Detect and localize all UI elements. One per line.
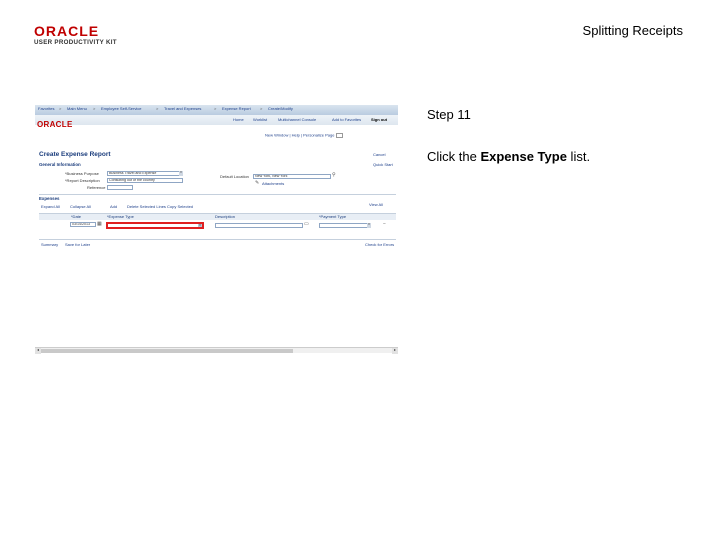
breadcrumb-travel-expenses[interactable]: Travel and Expenses (164, 107, 201, 111)
lookup-icon[interactable]: ⚲ (332, 173, 337, 178)
attachment-icon: ✎ (255, 180, 260, 186)
chevron-down-icon[interactable]: ▾ (198, 224, 202, 227)
add-line-link[interactable]: Add (110, 205, 117, 209)
breadcrumb-favorites[interactable]: Favorites (38, 107, 54, 111)
section-divider (39, 194, 396, 195)
view-all-link[interactable]: View All (369, 203, 383, 207)
col-date: *Date (71, 214, 82, 219)
chevron-down-icon[interactable]: ▾ (179, 171, 183, 176)
page-toolbar: New Window | Help | Personalize Page (265, 133, 343, 138)
menu-worklist[interactable]: Worklist (253, 118, 267, 122)
scrollbar-thumb[interactable] (41, 349, 293, 353)
expense-type-select[interactable]: ▾ (106, 222, 204, 229)
breadcrumb-separator: > (93, 106, 96, 111)
instruction-suffix: list. (566, 149, 591, 164)
personalize-page-link[interactable]: Personalize Page (303, 133, 334, 138)
quick-start-link[interactable]: Quick Start (373, 163, 393, 167)
instruction-prefix: Click the (427, 149, 481, 164)
breadcrumb-main-menu[interactable]: Main Menu (67, 107, 87, 111)
copy-selected-link[interactable]: Copy Selected (167, 205, 193, 209)
menu-home[interactable]: Home (233, 118, 244, 122)
collapse-all-link[interactable]: Collapse All (70, 205, 91, 209)
slide-title: Splitting Receipts (582, 23, 683, 38)
chevron-down-icon[interactable]: ▾ (367, 223, 371, 228)
breadcrumb-expense-report[interactable]: Expense Report (222, 107, 251, 111)
breadcrumb-separator: > (59, 106, 62, 111)
summary-link[interactable]: Summary (41, 243, 58, 247)
help-link[interactable]: Help (292, 133, 300, 138)
report-description-label: *Report Description (65, 178, 100, 183)
expenses-header: Expenses (39, 196, 60, 201)
cancel-link[interactable]: Cancel (373, 153, 385, 157)
default-location-input[interactable]: New York, New York (253, 174, 331, 179)
logo-main-text: ORACLE (34, 23, 100, 39)
breadcrumb-separator: > (260, 106, 263, 111)
step-number: Step 11 (427, 107, 471, 122)
breadcrumb-create-modify[interactable]: Create/Modify (268, 107, 293, 111)
oracle-upk-logo: ORACLE USER PRODUCTIVITY KIT (34, 24, 124, 46)
app-screenshot: Favorites > Main Menu > Employee Self-Se… (35, 105, 398, 354)
instruction-target: Expense Type (480, 149, 567, 164)
calendar-icon[interactable]: ▦ (97, 222, 102, 227)
reference-input[interactable] (107, 185, 133, 190)
step-instruction: Click the Expense Type list. (427, 149, 590, 164)
delete-row-icon[interactable]: − (383, 222, 388, 227)
logo-sub-text: USER PRODUCTIVITY KIT (34, 39, 117, 46)
horizontal-scrollbar[interactable]: ◂ ▸ (35, 347, 398, 354)
scroll-right-icon[interactable]: ▸ (392, 348, 398, 354)
col-expense-type: *Expense Type (107, 214, 134, 219)
breadcrumb-separator: > (156, 106, 159, 111)
breadcrumb-separator: > (214, 106, 217, 111)
app-oracle-logo: ORACLE (37, 120, 73, 129)
save-later-link[interactable]: Save for Later (65, 243, 90, 247)
business-purpose-select[interactable]: Business Travel and Expense (107, 171, 183, 176)
menu-add-favorites[interactable]: Add to Favorites (332, 118, 361, 122)
default-location-label: Default Location (220, 174, 249, 179)
check-errors-link[interactable]: Check for Errors (365, 243, 394, 247)
delete-selected-link[interactable]: Delete Selected Lines (127, 205, 166, 209)
breadcrumb-employee-self-service[interactable]: Employee Self-Service (101, 107, 141, 111)
attachments-link[interactable]: Attachments (262, 182, 284, 186)
general-info-header[interactable]: General Information (39, 162, 81, 167)
col-description: Description (215, 214, 236, 219)
page-title: Create Expense Report (39, 151, 111, 158)
expand-text-icon[interactable]: ▭ (304, 222, 309, 227)
grid-divider (39, 239, 396, 240)
description-input[interactable] (215, 223, 303, 228)
menu-sign-out[interactable]: Sign out (371, 118, 387, 122)
payment-type-select[interactable] (319, 223, 371, 228)
report-description-input[interactable]: Consulting out of the country (107, 178, 183, 183)
date-input[interactable]: 03/14/2013 (70, 222, 96, 227)
menu-multichannel-console[interactable]: Multichannel Console (278, 118, 316, 122)
new-window-link[interactable]: New Window (265, 133, 288, 138)
breadcrumb-bar (35, 105, 398, 115)
http-icon[interactable] (335, 133, 343, 138)
reference-label: Reference (87, 185, 106, 190)
business-purpose-label: *Business Purpose (65, 171, 99, 176)
col-payment-type: *Payment Type (319, 214, 347, 219)
expand-all-link[interactable]: Expand All (41, 205, 60, 209)
